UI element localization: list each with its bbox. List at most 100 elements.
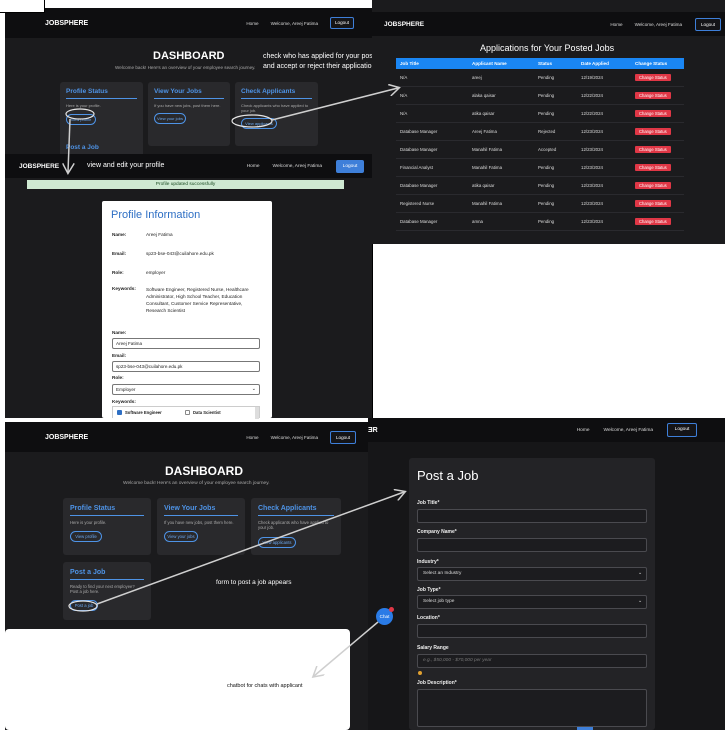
change-status-button[interactable]: Change Status [635,92,671,99]
scrollbar[interactable] [255,407,259,419]
keyword-option: Data Scientist [193,410,221,415]
card-title: Post a Job [70,569,144,580]
page-title: DASHBOARD [153,50,225,62]
cell-status: Pending [534,86,577,105]
page-subtitle: Welcome back! Here's an overview of your… [123,481,270,486]
nav-home-link[interactable]: Home [610,22,622,27]
post-job-button[interactable]: Post a job [70,600,98,611]
cell-action: Change Status [631,140,684,159]
cell-applicant: atika qaisar [468,176,534,195]
change-status-button[interactable]: Change Status [635,128,671,135]
cell-job-title: N/A [396,69,468,87]
change-status-button[interactable]: Change Status [635,110,671,117]
logout-button[interactable]: Logout [330,17,354,29]
table-row: Database Manager Areej Fatima Rejected 12/2… [396,122,684,141]
name-value: Areej Fatima [146,232,173,237]
industry-label: Industry* [417,559,439,565]
table-row: N/A areej Pending 12/19/2024 Change Status [396,69,684,87]
salary-input[interactable]: e.g., $50,000 - $70,000 per year [417,654,647,668]
welcome-text: Welcome, Areej Fatima [270,434,318,440]
post-job-screenshot: ƎR Home Welcome, Areej Fatima Logout Pos… [368,418,725,730]
salary-placeholder: e.g., $50,000 - $70,000 per year [423,658,492,663]
description-textarea[interactable] [417,689,647,727]
change-status-button[interactable]: Change Status [635,146,671,153]
role-select-value: Employer [116,387,136,392]
job-type-select[interactable]: Select job type ⌄ [417,595,647,609]
chevron-down-icon: ⌄ [637,599,642,604]
name-input[interactable]: Areej Fatima [112,338,260,349]
logout-button[interactable]: Logout [695,17,721,31]
cell-date: 12/23/2024 [577,176,631,195]
nav-home-link[interactable]: Home [246,21,258,26]
location-input[interactable] [417,624,647,638]
industry-placeholder: Select an Industry [423,571,462,576]
role-select[interactable]: Employer ⌄ [112,384,260,395]
cell-applicant: amna [468,212,534,231]
welcome-text: Welcome, Areej Fatima [270,20,318,26]
table-row: Database Manager amna Pending 12/23/2024 Cha… [396,212,684,231]
navbar: JOBSPHERE Home Welcome, Areej Fatima Log… [5,154,372,178]
description-label: Job Description* [417,680,457,686]
annotation-profile: view and edit your profile [87,162,165,169]
view-applicants-button[interactable]: View applicants [258,537,296,548]
cell-job-title: Database Manager [396,140,468,159]
change-status-button[interactable]: Change Status [635,182,671,189]
cell-job-title: Database Manager [396,122,468,141]
logout-button[interactable]: Logout [336,159,364,173]
company-input[interactable] [417,538,647,552]
cell-applicant: alaka qaisar [468,86,534,105]
table-row: N/A alaka qaisar Pending 12/22/2024 Change S… [396,86,684,105]
cell-status: Pending [534,104,577,123]
cell-date: 12/23/2024 [577,122,631,141]
logout-button[interactable]: Logout [667,423,697,437]
checkbox-icon[interactable] [185,410,190,415]
industry-select[interactable]: Select an Industry ⌄ [417,567,647,581]
view-applicants-button[interactable]: View applicants [241,118,277,129]
view-jobs-button[interactable]: View your jobs [154,113,186,124]
nav-home-link[interactable]: Home [577,428,590,433]
change-status-button[interactable]: Change Status [635,74,671,81]
cell-action: Change Status [631,194,684,213]
nav-home-link[interactable]: Home [246,435,258,440]
email-value: sp23-bse-043@cuilahore.edu.pk [146,251,214,256]
navbar: JOBSPHERE Home Welcome, Areej Fatima Log… [5,8,372,38]
location-label: Location* [417,615,440,621]
dark-strip [372,0,725,12]
chat-button[interactable]: Chat [376,607,394,625]
cell-job-title: N/A [396,104,468,123]
brand-logo: JOBSPHERE [45,433,89,441]
cell-applicant: atika qaisar [468,104,534,123]
annotation-chatbot: chatbot for chats with applicant [227,683,303,689]
change-status-button[interactable]: Change Status [635,164,671,171]
view-profile-button[interactable]: View profile [70,531,102,542]
navbar: ƎR Home Welcome, Areej Fatima Logout [368,418,725,442]
logout-button[interactable]: Logout [330,430,356,444]
cell-date: 12/23/2024 [577,140,631,159]
card-title: Check Applicants [258,505,334,516]
job-title-input[interactable] [417,509,647,523]
change-status-button[interactable]: Change Status [635,218,671,225]
view-jobs-card: View Your Jobs If you have new jobs, pos… [157,498,245,555]
cell-applicant: Manahil Fatima [468,158,534,177]
cell-job-title: Database Manager [396,212,468,231]
cell-applicant: Manahil Fatima [468,194,534,213]
view-profile-button[interactable]: View profile [66,114,96,125]
card-text: Ready to find your next employee? Post a… [70,584,135,594]
keywords-checkbox-list[interactable]: Software Engineer Data Scientist [112,406,260,419]
email-input[interactable]: sp23-bse-043@cuilahore.edu.pk [112,361,260,372]
cell-applicant: Manahil Fatima [468,140,534,159]
checkbox-checked-icon[interactable] [117,410,122,415]
welcome-text: Welcome, Areej Fatima [272,163,323,169]
email-label: Email: [112,251,127,256]
change-status-button[interactable]: Change Status [635,200,671,207]
cell-date: 12/22/2024 [577,86,631,105]
cell-job-title: N/A [396,86,468,105]
cell-status: Rejected [534,122,577,141]
cell-action: Change Status [631,176,684,195]
form-keywords-label: Keywords: [112,399,136,404]
cell-job-title: Database Manager [396,176,468,195]
cell-action: Change Status [631,86,684,105]
nav-home-link[interactable]: Home [247,164,260,169]
view-jobs-button[interactable]: View your jobs [164,531,198,542]
applications-table: Job Title Applicant Name Status Date App… [396,58,684,231]
